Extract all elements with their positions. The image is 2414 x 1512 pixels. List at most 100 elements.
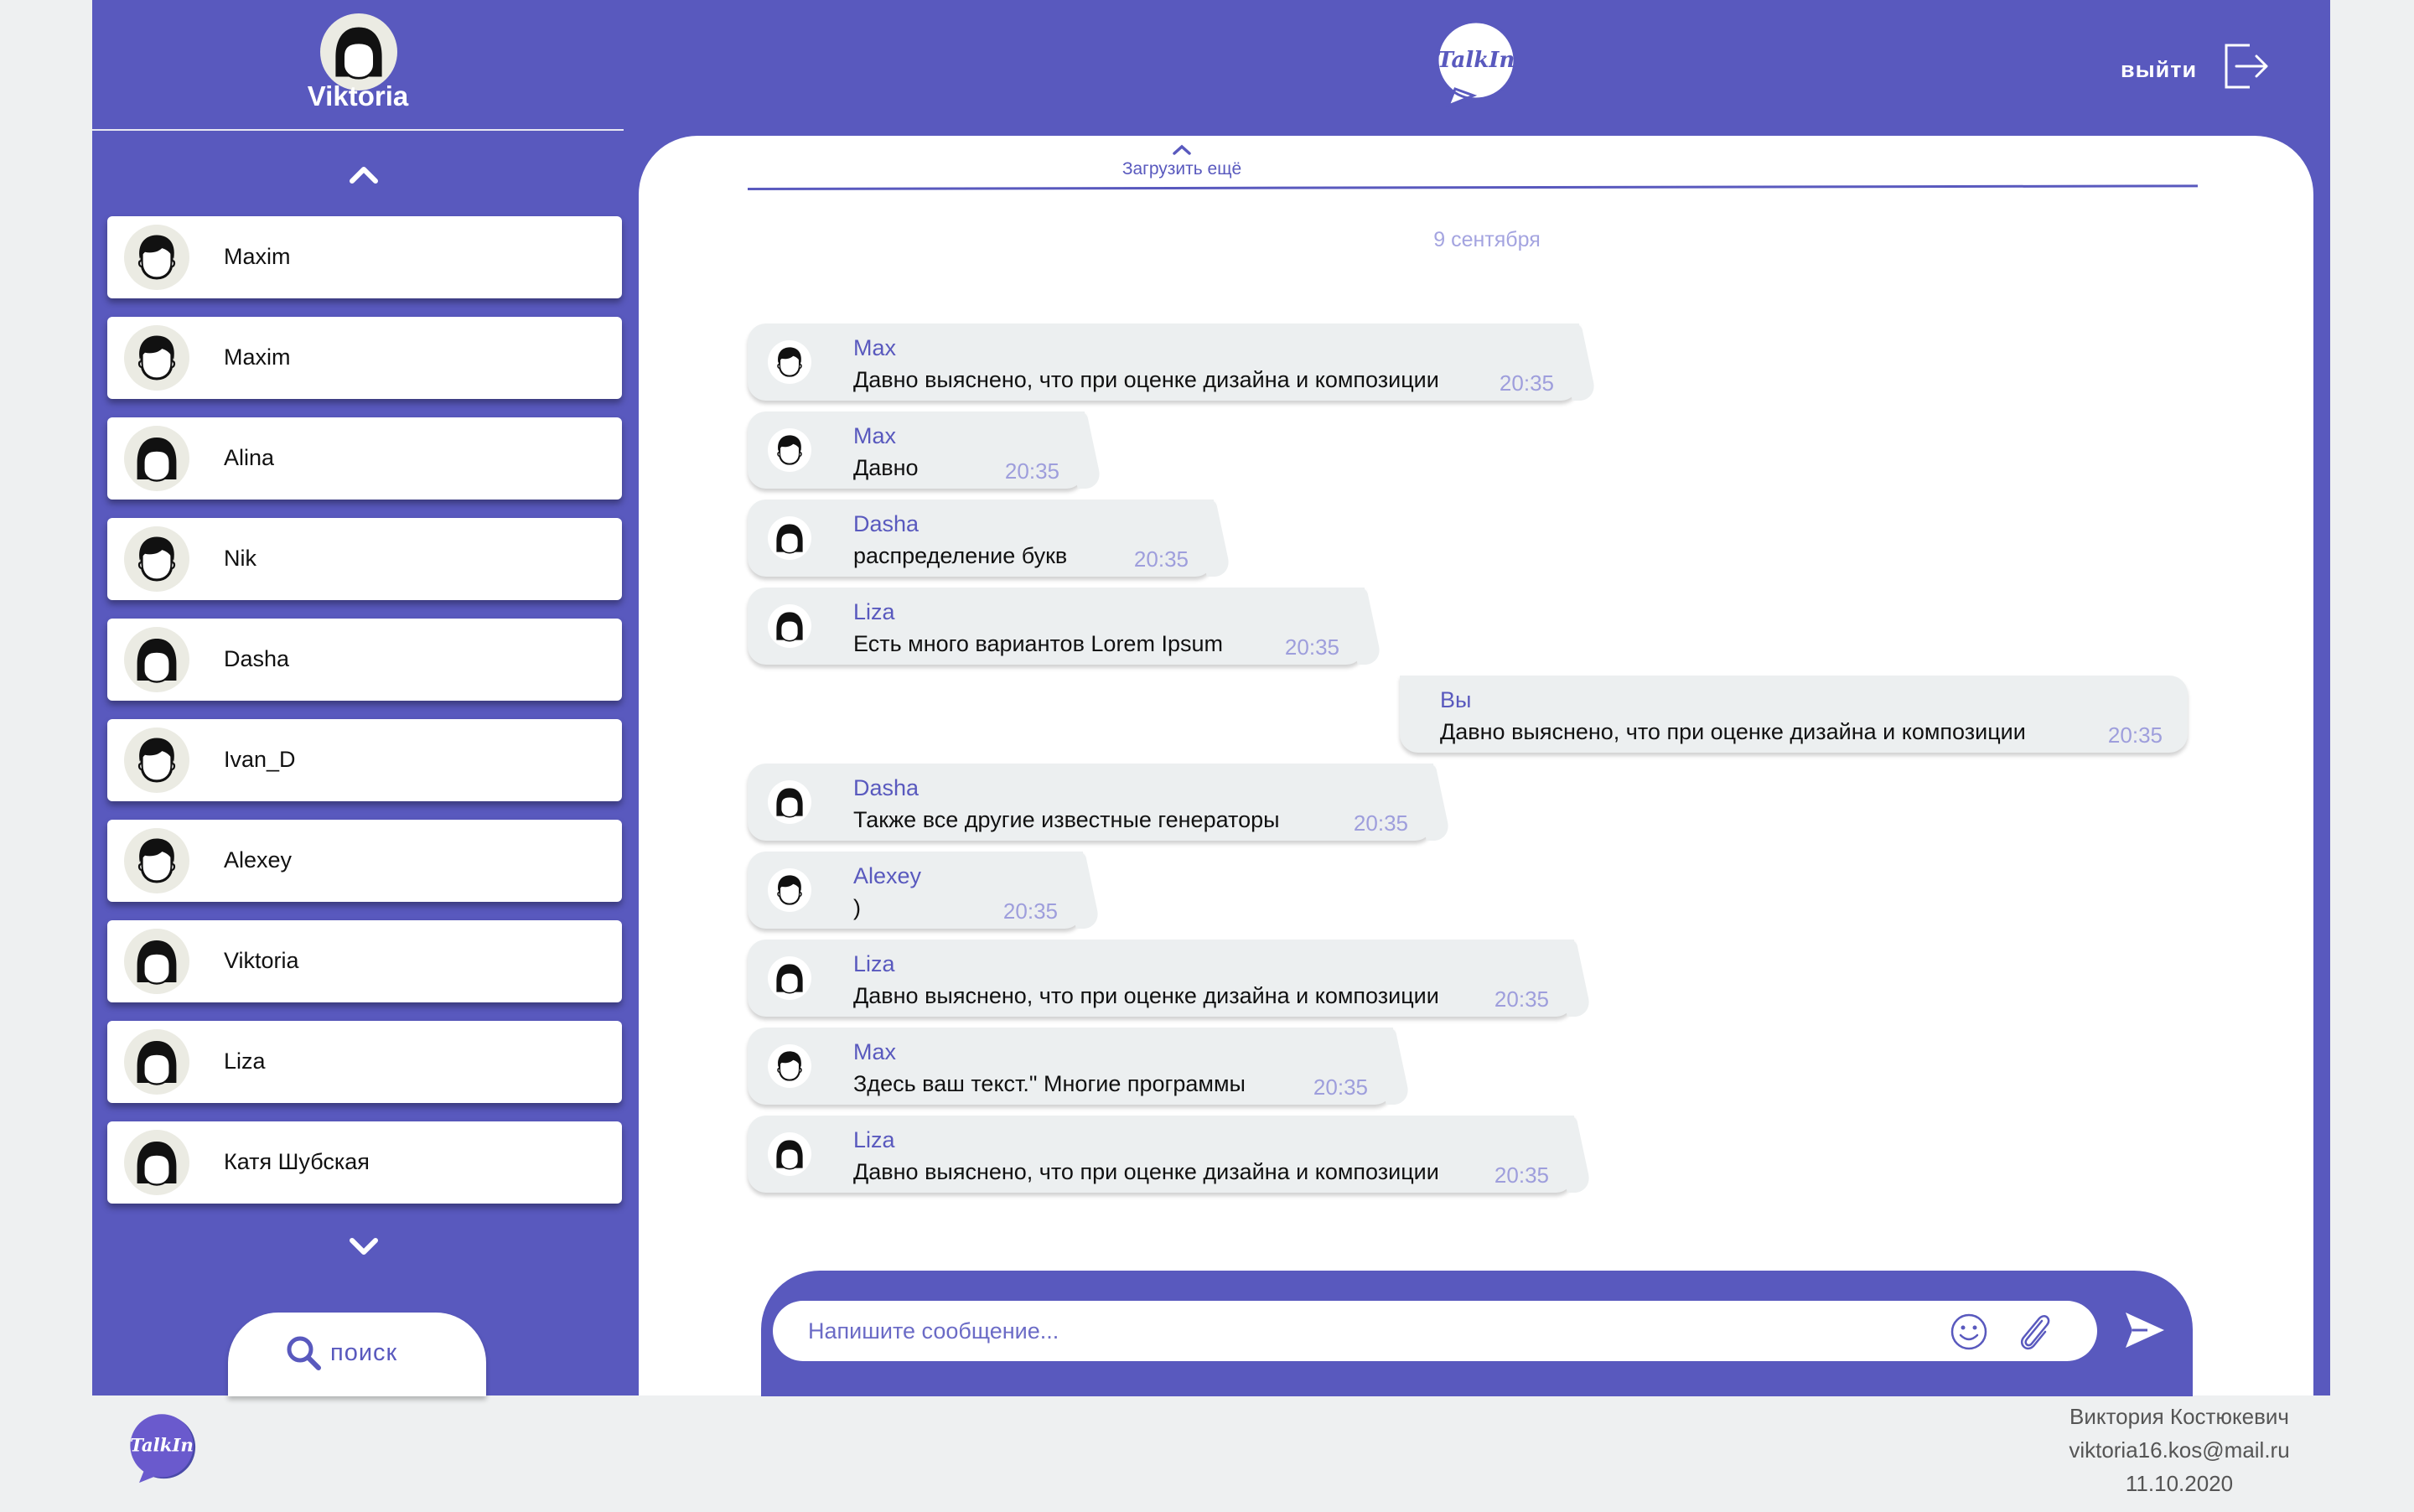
contact-avatar (124, 426, 189, 491)
boy-avatar-icon (124, 828, 189, 893)
boy-avatar-icon (124, 325, 189, 391)
boy-avatar-icon (768, 868, 811, 912)
message-avatar (768, 340, 811, 384)
contact-name: Ivan_D (224, 747, 296, 772)
message-bubble[interactable]: Dasha распределение букв 20:35 (748, 500, 1232, 577)
boy-avatar-icon (124, 728, 189, 793)
girl-avatar-icon (768, 604, 811, 648)
contact-name: Nik (224, 546, 256, 571)
logo-text: TalkIn (1438, 48, 1515, 73)
search-icon (287, 1336, 321, 1370)
message-time: 20:35 (2107, 722, 2163, 748)
girl-avatar-icon (124, 1130, 189, 1195)
message-bubble[interactable]: Liza Давно выяснено, что при оценке диза… (748, 940, 1593, 1017)
profile-header: Viktoria (92, 0, 624, 131)
load-more-button[interactable]: Загрузить ещё (746, 141, 1618, 179)
contact-name: Alexey (224, 847, 293, 873)
contact-item[interactable]: Maxim (107, 317, 622, 399)
message-avatar (768, 604, 811, 648)
message-time: 20:35 (1494, 1162, 1549, 1188)
message-author: Liza (853, 951, 895, 976)
message-bubble[interactable]: Max Давно 20:35 (748, 412, 1103, 489)
footer-email: viktoria16.kos@mail.ru (2069, 1437, 2290, 1463)
talkin-logo: TalkIn (1430, 18, 1522, 111)
message-bubble[interactable]: Liza Давно выяснено, что при оценке диза… (748, 1116, 1593, 1193)
contact-avatar (124, 1130, 189, 1195)
contact-name: Dasha (224, 646, 290, 671)
message-avatar (768, 516, 811, 560)
contact-avatar (124, 225, 189, 290)
contact-item[interactable]: Катя Шубская (107, 1121, 622, 1204)
contact-item[interactable]: Liza (107, 1021, 622, 1103)
message-composer (761, 1271, 2193, 1396)
profile-avatar[interactable] (320, 13, 397, 91)
logout-button[interactable]: выйти (2116, 40, 2268, 99)
send-icon[interactable] (2122, 1307, 2168, 1353)
scroll-up-button[interactable] (339, 156, 389, 193)
contact-name: Maxim (224, 244, 291, 269)
contact-avatar (124, 526, 189, 592)
girl-avatar-icon (768, 956, 811, 1000)
message-text: Также все другие известные генераторы (853, 807, 1280, 832)
girl-avatar-icon (124, 627, 189, 692)
boy-avatar-icon (768, 1044, 811, 1088)
message-bubble[interactable]: Max Здесь ваш текст." Многие программы 2… (748, 1028, 1412, 1105)
message-author: Вы (1440, 687, 1472, 712)
contact-list: Maxim Maxim Alina Nik Dasha Ivan_D Alexe… (107, 216, 622, 1222)
logo-text: TalkIn (130, 1435, 194, 1456)
contact-name: Liza (224, 1049, 266, 1074)
message-input[interactable] (773, 1301, 2097, 1361)
message-time: 20:35 (1353, 810, 1408, 836)
contact-name: Maxim (224, 344, 291, 370)
contact-avatar (124, 627, 189, 692)
footer-date: 11.10.2020 (2125, 1471, 2234, 1496)
footer-info: Виктория Костюкевич viktoria16.kos@mail.… (2012, 1400, 2347, 1500)
message-bubble[interactable]: Alexey ) 20:35 (748, 852, 1101, 929)
chevron-down-icon (350, 1238, 378, 1255)
message-bubble[interactable]: Liza Есть много вариантов Lorem Ipsum 20… (748, 588, 1383, 665)
contact-item[interactable]: Alina (107, 417, 622, 500)
contact-item[interactable]: Maxim (107, 216, 622, 298)
girl-avatar-icon (320, 13, 397, 91)
girl-avatar-icon (124, 1029, 189, 1095)
boy-avatar-icon (124, 225, 189, 290)
message-bubble[interactable]: Max Давно выяснено, что при оценке дизай… (748, 324, 1598, 401)
message-avatar (768, 956, 811, 1000)
contact-item[interactable]: Ivan_D (107, 719, 622, 801)
contact-avatar (124, 325, 189, 391)
message-time: 20:35 (1133, 546, 1189, 572)
emoji-icon[interactable] (1950, 1313, 1988, 1351)
search-button[interactable]: поиск (228, 1313, 486, 1396)
boy-avatar-icon (124, 526, 189, 592)
boy-avatar-icon (768, 340, 811, 384)
message-author: Max (853, 423, 897, 448)
message-author: Liza (853, 599, 895, 624)
message-text: Давно выяснено, что при оценке дизайна и… (853, 983, 1439, 1008)
contact-item[interactable]: Dasha (107, 619, 622, 701)
message-author: Alexey (853, 863, 922, 888)
profile-name: Viktoria (307, 80, 409, 111)
contact-avatar (124, 828, 189, 893)
contact-item[interactable]: Nik (107, 518, 622, 600)
my-message-bubble[interactable]: Вы Давно выяснено, что при оценке дизайн… (1400, 676, 2188, 753)
message-text: Давно выяснено, что при оценке дизайна и… (1440, 719, 2026, 744)
message-avatar (768, 868, 811, 912)
date-separator: 9 сентября (1433, 228, 1541, 251)
message-text: Здесь ваш текст." Многие программы (853, 1071, 1246, 1096)
message-time: 20:35 (1004, 458, 1059, 484)
attach-icon[interactable] (2012, 1309, 2057, 1354)
logout-icon (2225, 44, 2268, 89)
contact-item[interactable]: Viktoria (107, 920, 622, 1002)
scroll-down-button[interactable] (339, 1229, 389, 1266)
message-bubble[interactable]: Dasha Также все другие известные генерат… (748, 764, 1452, 841)
message-author: Max (853, 335, 897, 360)
message-time: 20:35 (1494, 986, 1549, 1012)
message-text: распределение букв (853, 543, 1068, 568)
footer-author: Виктория Костюкевич (2070, 1404, 2289, 1429)
girl-avatar-icon (768, 1132, 811, 1176)
girl-avatar-icon (124, 426, 189, 491)
contact-item[interactable]: Alexey (107, 820, 622, 902)
message-text: ) (853, 895, 861, 920)
chevron-up-icon (1173, 144, 1191, 155)
message-time: 20:35 (1002, 898, 1058, 924)
